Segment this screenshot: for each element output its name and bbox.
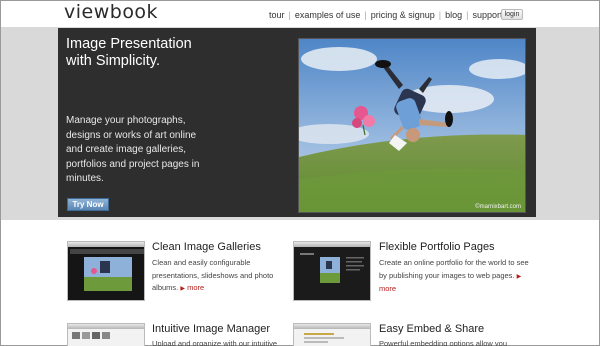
image-manager-screenshot-thumbnail[interactable] xyxy=(67,323,145,346)
more-label: more xyxy=(379,284,397,293)
feature-description: Upload and organize with our intuitive xyxy=(152,339,278,346)
nav-separator: | xyxy=(364,10,367,20)
portfolio-preview-image xyxy=(294,247,370,300)
feature-description: Powerful embedding options allow you xyxy=(379,339,507,346)
site-header: viewbook tour | examples of use | pricin… xyxy=(1,1,599,27)
nav-blog[interactable]: blog xyxy=(445,10,462,20)
more-link[interactable]: ▶ more xyxy=(180,283,204,292)
nav-separator: | xyxy=(438,10,442,20)
photo-credit: ©marnixbart.com xyxy=(475,204,521,210)
nav-separator: | xyxy=(288,10,291,20)
more-arrow-icon: ▶ xyxy=(180,286,185,292)
feature-title: Clean Image Galleries xyxy=(152,241,261,253)
feature-description: Create an online portfolio for the world… xyxy=(379,257,529,296)
image-manager-preview-image xyxy=(72,332,110,339)
login-button[interactable]: login xyxy=(501,9,523,20)
hero-title: Image Presentation with Simplicity. xyxy=(66,36,236,70)
more-label: more xyxy=(187,283,205,292)
hero-panel: Image Presentation with Simplicity. Mana… xyxy=(58,28,536,217)
hero-photo-image xyxy=(299,39,525,212)
gallery-preview-image xyxy=(68,247,144,300)
gallery-screenshot-thumbnail[interactable] xyxy=(67,241,145,301)
hero-title-line: Image Presentation xyxy=(66,36,192,52)
hero-photo: ©marnixbart.com xyxy=(298,38,526,213)
nav-separator: | xyxy=(466,10,469,20)
nav-pricing-signup[interactable]: pricing & signup xyxy=(371,10,435,20)
feature-description-text: Clean and easily configurable presentati… xyxy=(152,258,274,292)
nav-tour[interactable]: tour xyxy=(269,10,285,20)
try-now-button[interactable]: Try Now xyxy=(67,198,109,211)
nav-examples-of-use[interactable]: examples of use xyxy=(295,10,361,20)
feature-title: Easy Embed & Share xyxy=(379,323,485,335)
nav-support[interactable]: support xyxy=(473,10,503,20)
main-nav: tour | examples of use | pricing & signu… xyxy=(269,10,503,20)
feature-title: Flexible Portfolio Pages xyxy=(379,241,495,253)
embed-screenshot-thumbnail[interactable] xyxy=(293,323,371,346)
portfolio-screenshot-thumbnail[interactable] xyxy=(293,241,371,301)
feature-description-text: Create an online portfolio for the world… xyxy=(379,258,529,280)
feature-description: Clean and easily configurable presentati… xyxy=(152,257,282,296)
viewbook-logo[interactable]: viewbook xyxy=(64,1,158,23)
hero-description: Manage your photographs, designs or work… xyxy=(66,115,200,184)
embed-preview-image xyxy=(304,333,344,343)
more-arrow-icon: ▶ xyxy=(516,273,522,280)
hero-title-line: with Simplicity. xyxy=(66,53,160,69)
feature-title: Intuitive Image Manager xyxy=(152,323,271,335)
